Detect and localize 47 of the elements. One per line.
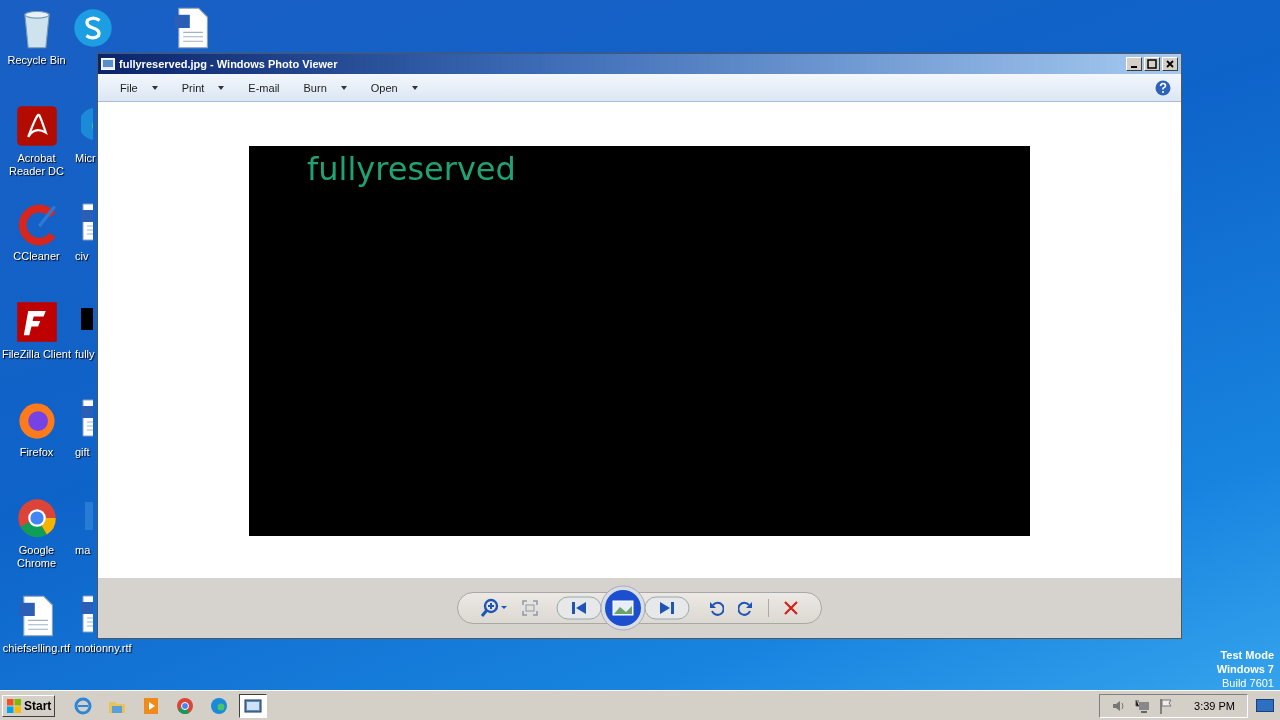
desktop-icon-label: ma <box>75 544 91 557</box>
slide-show-button[interactable] <box>600 585 646 631</box>
show-desktop-icon[interactable] <box>1256 698 1274 713</box>
desktop-icon-label: motionny.rtf <box>75 642 132 655</box>
delete-icon[interactable] <box>783 600 799 616</box>
menu-item[interactable]: File <box>108 81 170 94</box>
previous-button[interactable] <box>556 596 602 620</box>
desktop-icon-label: CCleaner <box>13 250 60 263</box>
photo-viewer-icon <box>101 58 115 70</box>
menu-item[interactable]: E-mail <box>236 81 292 94</box>
flag-icon[interactable] <box>1158 697 1175 714</box>
windows-logo-icon <box>6 697 22 714</box>
zoom-icon[interactable] <box>480 598 508 618</box>
os-notice-text: Build 7601 <box>1222 676 1274 690</box>
desktop-icon-label: civ <box>75 250 89 263</box>
desktop-icon-label: fully <box>75 348 95 361</box>
chrome-icon <box>175 695 196 716</box>
minimize-button[interactable] <box>1126 57 1142 71</box>
desktop-icon-label: Recycle Bin <box>7 54 66 67</box>
rotate-right-icon[interactable] <box>738 600 754 616</box>
window-title: fullyreserved.jpg - Windows Photo Viewer <box>119 58 339 70</box>
help-icon[interactable] <box>1155 79 1171 96</box>
pdf-icon[interactable] <box>14 104 59 148</box>
minimize-icon <box>1131 66 1137 68</box>
desktop-icon-label: gift <box>75 446 90 459</box>
photo-taskbar-button[interactable] <box>239 693 268 718</box>
desktop-icon-label: Firefox <box>19 446 54 459</box>
os-notice-text: Windows 7 <box>1216 662 1274 676</box>
desktop-icon-label: chiefselling.rtf <box>2 642 71 655</box>
desktop-icon-label: Google Chrome <box>15 544 58 570</box>
start-button[interactable]: Start <box>2 694 56 717</box>
menu-item[interactable]: Open <box>358 81 430 94</box>
maximize-button[interactable] <box>1144 57 1160 71</box>
desktop-icon-label: Micr <box>75 152 96 165</box>
menu-item[interactable]: Burn <box>291 81 359 94</box>
image-text: fullyreserved <box>307 150 516 188</box>
close-button[interactable] <box>1162 57 1178 71</box>
maximize-icon <box>1147 59 1157 69</box>
desktop-icon-label: Acrobat Reader DC <box>8 152 65 178</box>
network-icon[interactable] <box>1134 697 1151 714</box>
menu-item[interactable]: Print <box>169 81 237 94</box>
os-notice-text: Test Mode <box>1220 648 1274 662</box>
close-icon <box>1165 59 1175 69</box>
rotate-left-icon[interactable] <box>708 600 724 616</box>
clock: 3:39 PM <box>1194 699 1235 712</box>
desktop-icon-label: FileZilla Client <box>1 348 72 361</box>
next-button[interactable] <box>644 596 690 620</box>
